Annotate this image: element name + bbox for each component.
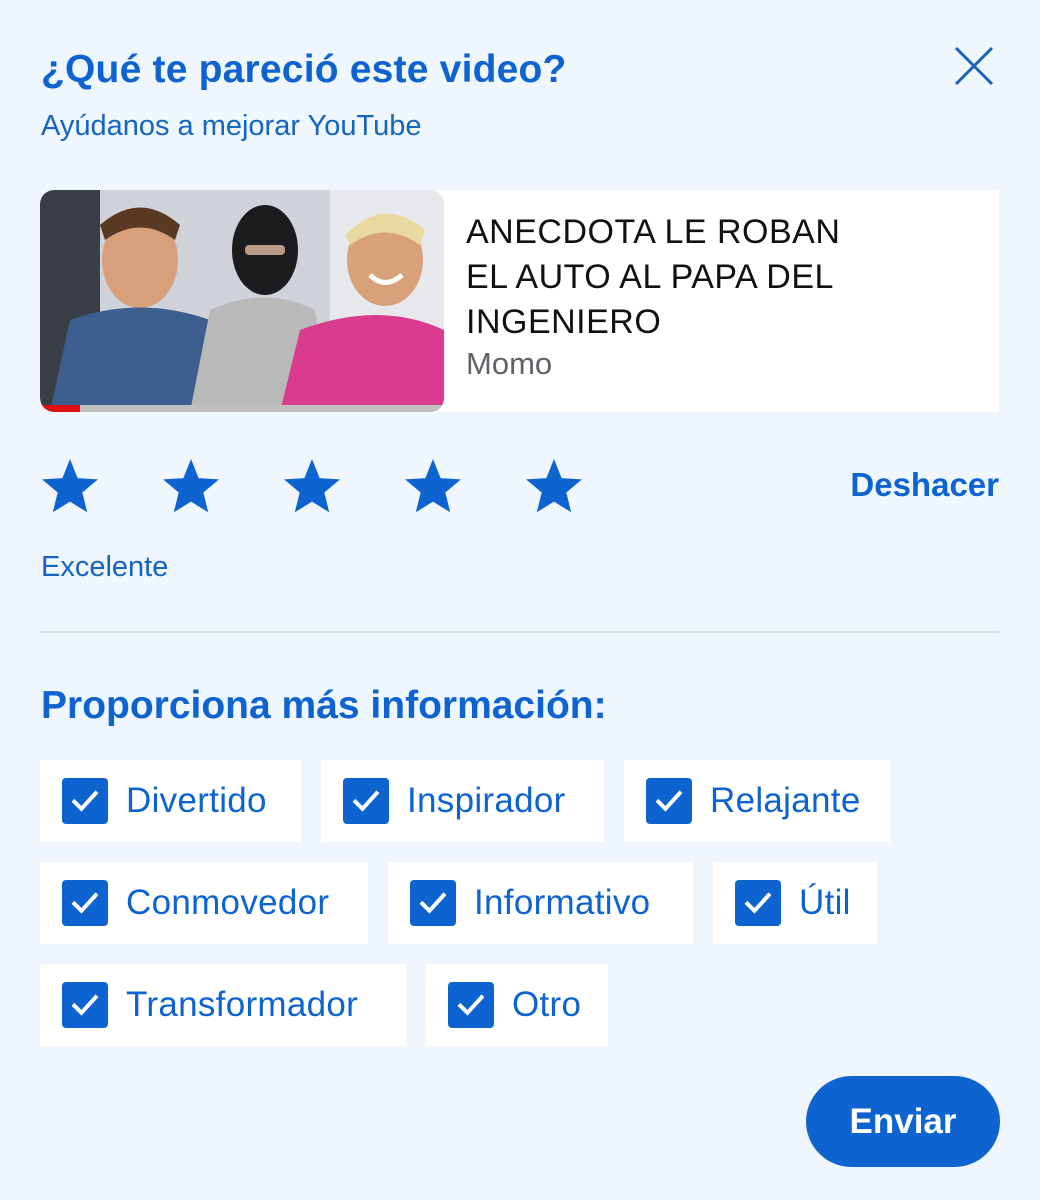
option-util-checkbox[interactable]: Útil — [713, 862, 877, 944]
option-label: Conmovedor — [126, 883, 330, 922]
undo-button[interactable]: Deshacer — [850, 466, 999, 504]
option-inspirador-checkbox[interactable]: Inspirador — [321, 760, 604, 842]
star-3-button[interactable] — [282, 458, 342, 514]
more-info-heading: Proporciona más información: — [41, 684, 607, 727]
option-label: Útil — [799, 883, 851, 922]
dialog-subtitle: Ayúdanos a mejorar YouTube — [41, 110, 422, 142]
close-button[interactable] — [946, 38, 1002, 94]
close-icon — [954, 46, 994, 86]
checkbox-checked-icon — [410, 880, 456, 926]
thumbnail-image — [40, 190, 444, 412]
option-label: Otro — [512, 985, 582, 1024]
option-divertido-checkbox[interactable]: Divertido — [40, 760, 301, 842]
option-label: Informativo — [474, 883, 651, 922]
rating-label: Excelente — [41, 551, 169, 583]
watch-progress-track — [40, 405, 444, 412]
video-card[interactable]: ANECDOTA LE ROBAN EL AUTO AL PAPA DEL IN… — [40, 190, 999, 412]
checkbox-checked-icon — [735, 880, 781, 926]
option-relajante-checkbox[interactable]: Relajante — [624, 760, 890, 842]
option-label: Transformador — [126, 985, 359, 1024]
checkbox-checked-icon — [62, 880, 108, 926]
star-rating — [40, 458, 645, 514]
option-informativo-checkbox[interactable]: Informativo — [388, 862, 693, 944]
checkbox-checked-icon — [343, 778, 389, 824]
star-icon — [526, 459, 582, 513]
star-icon — [42, 459, 98, 513]
star-icon — [163, 459, 219, 513]
star-2-button[interactable] — [161, 458, 221, 514]
star-icon — [284, 459, 340, 513]
checkbox-checked-icon — [448, 982, 494, 1028]
star-1-button[interactable] — [40, 458, 100, 514]
video-channel: Momo — [466, 346, 553, 381]
star-icon — [405, 459, 461, 513]
watch-progress-fill — [40, 405, 81, 412]
video-title: ANECDOTA LE ROBAN EL AUTO AL PAPA DEL IN… — [466, 213, 841, 341]
option-label: Inspirador — [407, 781, 566, 820]
option-transformador-checkbox[interactable]: Transformador — [40, 964, 406, 1046]
option-conmovedor-checkbox[interactable]: Conmovedor — [40, 862, 368, 944]
send-button[interactable]: Enviar — [806, 1076, 1000, 1167]
star-5-button[interactable] — [524, 458, 584, 514]
star-4-button[interactable] — [403, 458, 463, 514]
option-otro-checkbox[interactable]: Otro — [426, 964, 608, 1046]
checkbox-checked-icon — [646, 778, 692, 824]
option-label: Relajante — [710, 781, 861, 820]
option-label: Divertido — [126, 781, 267, 820]
divider — [40, 631, 999, 633]
checkbox-checked-icon — [62, 982, 108, 1028]
dialog-title: ¿Qué te pareció este video? — [41, 48, 567, 91]
video-thumbnail[interactable] — [40, 190, 444, 412]
checkbox-checked-icon — [62, 778, 108, 824]
